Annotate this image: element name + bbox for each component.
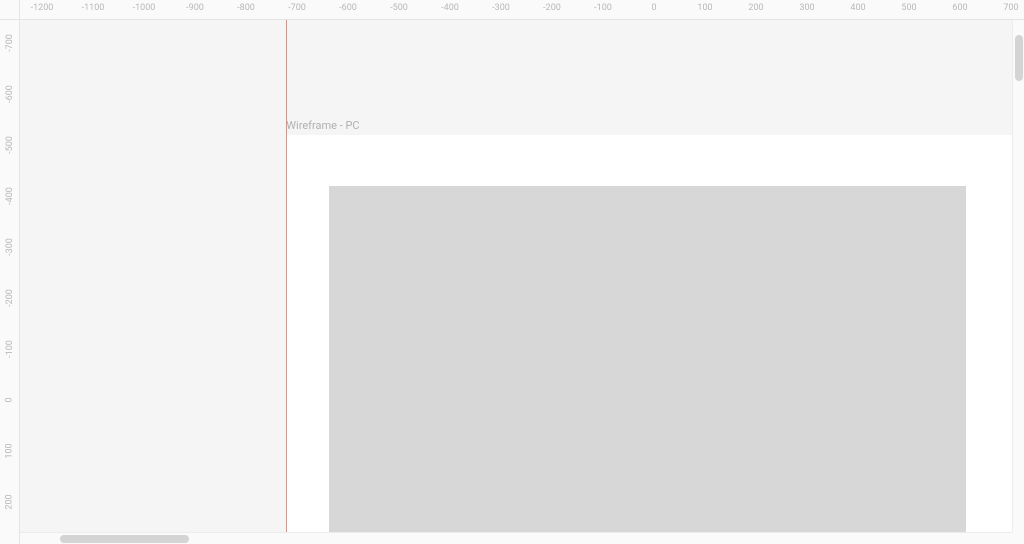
frame-label[interactable]: Wireframe - PC xyxy=(286,119,359,132)
ruler-h-tick: 400 xyxy=(850,0,865,20)
ruler-h-tick: 700 xyxy=(1003,0,1018,20)
ruler-h-tick: 0 xyxy=(651,0,656,20)
scrollbar-horizontal-thumb[interactable] xyxy=(60,535,189,543)
ruler-h-tick-label: 500 xyxy=(901,3,916,13)
ruler-h-tick: 100 xyxy=(697,0,712,20)
ruler-v-tick: 100 xyxy=(0,446,20,456)
ruler-v-tick: -200 xyxy=(0,293,20,303)
ruler-h-tick-label: -400 xyxy=(441,3,459,13)
ruler-h-tick: -100 xyxy=(594,0,612,20)
design-canvas-root: -1200-1100-1000-900-800-700-600-500-400-… xyxy=(0,0,1024,544)
ruler-h-tick-label: -100 xyxy=(594,3,612,13)
ruler-h-tick-label: -800 xyxy=(237,3,255,13)
ruler-v-tick: -100 xyxy=(0,344,20,354)
ruler-v-tick-label: 100 xyxy=(5,443,15,458)
ruler-h-tick-label: 100 xyxy=(697,3,712,13)
ruler-h-tick-label: -1000 xyxy=(133,3,156,13)
ruler-corner xyxy=(0,0,20,20)
ruler-h-tick: -500 xyxy=(390,0,408,20)
ruler-v-tick-label: -400 xyxy=(5,187,15,205)
ruler-h-tick: -1100 xyxy=(82,0,105,20)
ruler-h-tick: -300 xyxy=(492,0,510,20)
scrollbar-vertical[interactable] xyxy=(1012,20,1024,532)
ruler-vertical[interactable]: -700 -600 -500 -400 -300 -200 -100 0 100 200 xyxy=(0,20,20,544)
ruler-h-tick: 200 xyxy=(748,0,763,20)
ruler-v-tick-label: -600 xyxy=(5,85,15,103)
ruler-h-tick: 300 xyxy=(799,0,814,20)
ruler-v-tick: -700 xyxy=(0,38,20,48)
ruler-h-tick-label: 0 xyxy=(651,3,656,13)
ruler-h-tick-label: 200 xyxy=(748,3,763,13)
ruler-h-tick: 500 xyxy=(901,0,916,20)
ruler-h-tick-label: -700 xyxy=(288,3,306,13)
ruler-h-tick-label: 400 xyxy=(850,3,865,13)
canvas-area[interactable]: Wireframe - PC xyxy=(20,20,1024,544)
ruler-h-tick-label: 600 xyxy=(952,3,967,13)
ruler-h-tick: -1200 xyxy=(31,0,54,20)
ruler-h-tick-label: -1100 xyxy=(82,3,105,13)
scrollbar-vertical-thumb[interactable] xyxy=(1015,35,1023,81)
ruler-v-tick-label: -700 xyxy=(5,34,15,52)
ruler-v-tick-label: -300 xyxy=(5,238,15,256)
ruler-h-tick-label: 300 xyxy=(799,3,814,13)
ruler-h-tick-label: -300 xyxy=(492,3,510,13)
ruler-v-tick: 200 xyxy=(0,497,20,507)
guide-vertical[interactable] xyxy=(286,20,287,544)
scrollbar-corner xyxy=(1012,532,1024,544)
ruler-v-tick-label: -100 xyxy=(5,340,15,358)
ruler-h-tick: -1000 xyxy=(133,0,156,20)
ruler-h-tick: 600 xyxy=(952,0,967,20)
ruler-h-tick-label: -1200 xyxy=(31,3,54,13)
ruler-v-tick: -500 xyxy=(0,140,20,150)
ruler-v-tick-label: -500 xyxy=(5,136,15,154)
ruler-h-tick-label: -900 xyxy=(186,3,204,13)
ruler-h-tick: -600 xyxy=(339,0,357,20)
ruler-v-tick: -300 xyxy=(0,242,20,252)
ruler-h-tick-label: -200 xyxy=(543,3,561,13)
ruler-h-tick: -700 xyxy=(288,0,306,20)
ruler-h-tick-label: -500 xyxy=(390,3,408,13)
ruler-v-tick: -600 xyxy=(0,89,20,99)
ruler-h-tick-label: 700 xyxy=(1003,3,1018,13)
ruler-v-tick: -400 xyxy=(0,191,20,201)
ruler-h-tick: -900 xyxy=(186,0,204,20)
ruler-h-tick: -200 xyxy=(543,0,561,20)
ruler-h-tick: -800 xyxy=(237,0,255,20)
ruler-h-tick-label: -600 xyxy=(339,3,357,13)
placeholder-rect[interactable] xyxy=(329,186,967,543)
ruler-v-tick-label: -200 xyxy=(5,289,15,307)
ruler-v-tick: 0 xyxy=(0,395,20,405)
ruler-v-tick-label: 200 xyxy=(5,494,15,509)
frame-wireframe-pc[interactable]: Wireframe - PC xyxy=(286,135,1020,544)
ruler-horizontal[interactable]: -1200-1100-1000-900-800-700-600-500-400-… xyxy=(20,0,1024,20)
ruler-h-tick: -400 xyxy=(441,0,459,20)
ruler-v-tick-label: 0 xyxy=(5,397,15,402)
scrollbar-horizontal[interactable] xyxy=(20,532,1012,544)
